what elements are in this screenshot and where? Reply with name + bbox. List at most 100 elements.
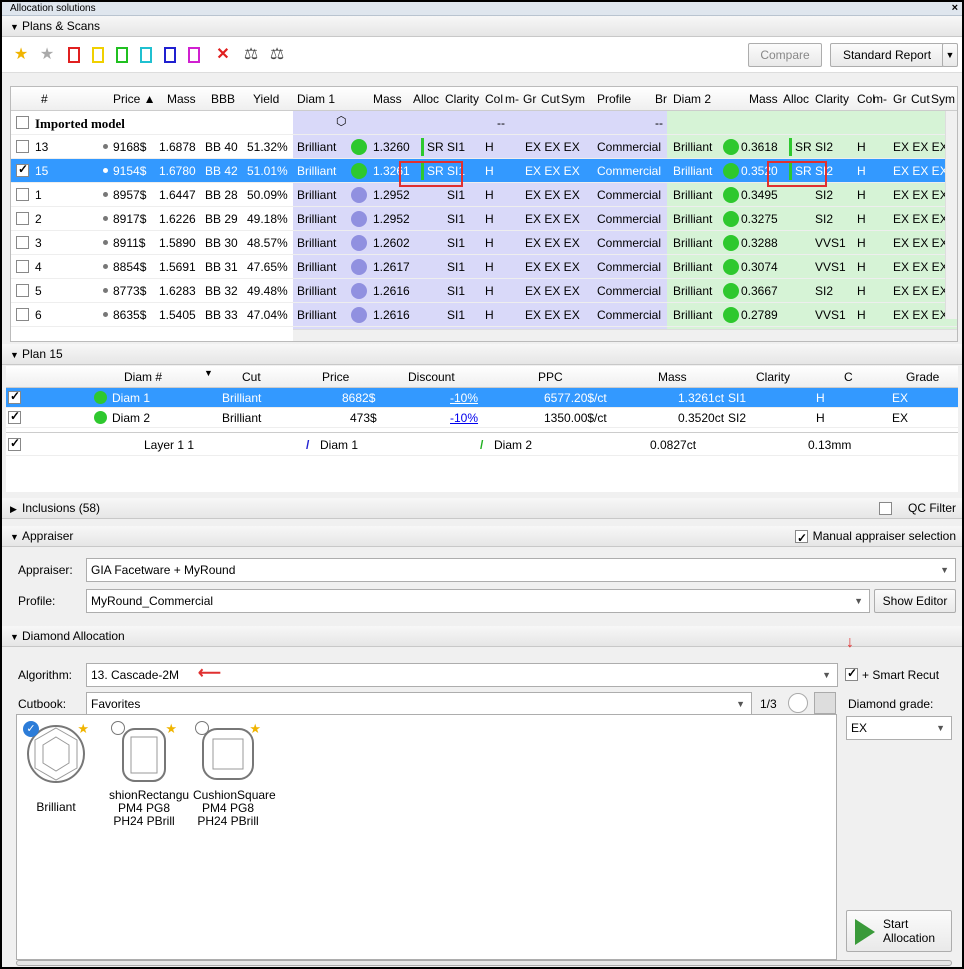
close-icon[interactable]: × bbox=[952, 2, 958, 15]
row-checkbox[interactable] bbox=[16, 308, 29, 321]
bookmark-cyan-icon[interactable] bbox=[140, 47, 152, 63]
imported-model-row[interactable]: Imported model ⬡ -- -- bbox=[11, 111, 957, 135]
col-price[interactable]: Price ▲ bbox=[113, 92, 156, 106]
col-diam1[interactable]: Diam 1 bbox=[297, 92, 335, 106]
col-m1[interactable]: m- bbox=[505, 92, 519, 106]
algorithm-value: 13. Cascade-2M bbox=[91, 668, 180, 682]
plan-row[interactable]: 2 8917$ 1.6226 BB 29 49.18% Brilliant 1.2952 SI… bbox=[11, 207, 957, 231]
discount-link[interactable]: -10% bbox=[450, 391, 478, 405]
diamond-grade-select[interactable]: EX ▼ bbox=[846, 716, 952, 740]
col-alloc1[interactable]: Alloc bbox=[413, 92, 439, 106]
row-checkbox[interactable] bbox=[16, 260, 29, 273]
row-checkbox[interactable] bbox=[8, 389, 21, 404]
col-alloc2[interactable]: Alloc bbox=[783, 92, 809, 106]
shape-cushion-square-icon[interactable]: ★ bbox=[195, 721, 261, 785]
row-checkbox[interactable] bbox=[16, 212, 29, 225]
col-cut2[interactable]: Cut bbox=[911, 92, 930, 106]
col-clarity1[interactable]: Clarity bbox=[445, 92, 479, 106]
col-cut[interactable]: Cut bbox=[242, 370, 261, 384]
layer-row[interactable]: Layer 1 1 / Diam 1 / Diam 2 0.0827ct 0.1… bbox=[6, 432, 958, 456]
row-checkbox[interactable] bbox=[16, 236, 29, 249]
shape-brilliant-icon[interactable]: ✓ ★ bbox=[23, 721, 89, 785]
profile-select[interactable]: MyRound_Commercial ▼ bbox=[86, 589, 870, 613]
plan-row[interactable]: 3 8911$ 1.5890 BB 30 48.57% Brilliant 1.2602 SI… bbox=[11, 231, 957, 255]
col-gr2[interactable]: Gr bbox=[893, 92, 906, 106]
row-checkbox[interactable] bbox=[8, 409, 21, 424]
col-gr1[interactable]: Gr bbox=[523, 92, 536, 106]
row-checkbox[interactable] bbox=[16, 140, 29, 153]
col-br[interactable]: Br bbox=[655, 92, 667, 106]
qc-filter-checkbox[interactable] bbox=[879, 502, 892, 515]
col-bbb[interactable]: BBB bbox=[211, 92, 235, 106]
scale-icon[interactable]: ⚖ bbox=[242, 46, 260, 64]
appraiser-header[interactable]: ▼Appraiser Manual appraiser selection bbox=[2, 526, 962, 548]
plan-row[interactable]: 6 8635$ 1.5405 BB 33 47.04% Brilliant 1.2616 SI… bbox=[11, 303, 957, 327]
list-icon[interactable] bbox=[814, 692, 836, 714]
bookmark-red-icon[interactable] bbox=[68, 47, 80, 63]
bookmark-blue-icon[interactable] bbox=[164, 47, 176, 63]
report-dropdown-icon[interactable]: ▼ bbox=[942, 43, 958, 67]
col-m2[interactable]: m- bbox=[873, 92, 887, 106]
delete-icon[interactable]: ✕ bbox=[214, 46, 232, 64]
plans-scans-header[interactable]: ▼ Plans & Scans bbox=[2, 16, 962, 37]
col-mass2[interactable]: Mass bbox=[749, 92, 778, 106]
show-editor-button[interactable]: Show Editor bbox=[874, 589, 956, 613]
col-clarity2[interactable]: Clarity bbox=[815, 92, 849, 106]
col-sym1[interactable]: Sym bbox=[561, 92, 585, 106]
row-number: 15 bbox=[35, 164, 49, 178]
standard-report-button[interactable]: Standard Report bbox=[830, 43, 944, 67]
horizontal-scrollbar[interactable] bbox=[293, 329, 957, 341]
diam1-grades: EX EX EX bbox=[525, 236, 580, 250]
diam2-grades: EX EX EX bbox=[893, 260, 948, 274]
col-mass[interactable]: Mass bbox=[167, 92, 196, 106]
col-ppc[interactable]: PPC bbox=[538, 370, 563, 384]
col-diam[interactable]: Diam # bbox=[124, 370, 162, 384]
bookmark-magenta-icon[interactable] bbox=[188, 47, 200, 63]
allocation-header[interactable]: ▼ Diamond Allocation bbox=[2, 626, 962, 647]
discount-link[interactable]: -10% bbox=[450, 411, 478, 425]
status-dot-icon bbox=[103, 288, 108, 293]
bookmark-green-icon[interactable] bbox=[116, 47, 128, 63]
appraiser-select[interactable]: GIA Facetware + MyRound ▼ bbox=[86, 558, 956, 582]
plan-header[interactable]: ▼ Plan 15 bbox=[2, 344, 962, 365]
plan-row[interactable]: 13 9168$ 1.6878 BB 40 51.32% Brilliant 1.3260 S… bbox=[11, 135, 957, 159]
col-color1[interactable]: Col bbox=[485, 92, 503, 106]
col-clarity[interactable]: Clarity bbox=[756, 370, 790, 384]
col-profile[interactable]: Profile bbox=[597, 92, 631, 106]
plan-row-diam2[interactable]: Diam 2 Brilliant 473$ -10% 1350.00$/ct 0… bbox=[6, 408, 958, 428]
plan-row[interactable]: 4 8854$ 1.5691 BB 31 47.65% Brilliant 1.2617 SI… bbox=[11, 255, 957, 279]
inclusions-header[interactable]: ▶ Inclusions (58) QC Filter bbox=[2, 498, 962, 519]
plan-row[interactable]: 5 8773$ 1.6283 BB 32 49.48% Brilliant 1.2616 SI… bbox=[11, 279, 957, 303]
cutbook-select[interactable]: Favorites ▼ bbox=[86, 692, 752, 716]
col-mass[interactable]: Mass bbox=[658, 370, 687, 384]
star-gray-icon[interactable]: ★ bbox=[38, 46, 56, 64]
bookmark-yellow-icon[interactable] bbox=[92, 47, 104, 63]
row-checkbox[interactable] bbox=[16, 162, 29, 177]
col-grade[interactable]: Grade bbox=[906, 370, 939, 384]
col-price[interactable]: Price bbox=[322, 370, 349, 384]
mass: 1.5405 bbox=[159, 308, 196, 322]
col-diam2[interactable]: Diam 2 bbox=[673, 92, 711, 106]
scale-crossed-icon[interactable]: ⚖ bbox=[268, 46, 286, 64]
col-c[interactable]: C bbox=[844, 370, 853, 384]
circle-icon[interactable] bbox=[788, 693, 808, 713]
row-checkbox[interactable] bbox=[16, 284, 29, 297]
sort-icon[interactable]: ▼ bbox=[204, 368, 213, 378]
shape-cushion-rect-icon[interactable]: ★ bbox=[111, 721, 177, 785]
smart-recut-checkbox[interactable] bbox=[845, 666, 858, 681]
col-num[interactable]: # bbox=[41, 92, 48, 106]
plan-row-diam1[interactable]: Diam 1 Brilliant 8682$ -10% 6577.20$/ct … bbox=[6, 388, 958, 408]
star-gold-icon[interactable]: ★ bbox=[12, 46, 30, 64]
manual-appraiser-checkbox[interactable] bbox=[795, 528, 808, 548]
vertical-scrollbar[interactable] bbox=[945, 111, 957, 319]
row-checkbox[interactable] bbox=[16, 188, 29, 201]
col-cut1[interactable]: Cut bbox=[541, 92, 560, 106]
col-mass1[interactable]: Mass bbox=[373, 92, 402, 106]
row-checkbox[interactable] bbox=[8, 436, 21, 451]
start-allocation-button[interactable]: Start Allocation bbox=[846, 910, 952, 952]
row-checkbox[interactable] bbox=[16, 116, 29, 129]
col-yield[interactable]: Yield bbox=[253, 92, 279, 106]
compare-button[interactable]: Compare bbox=[748, 43, 822, 67]
col-discount[interactable]: Discount bbox=[408, 370, 455, 384]
col-sym2[interactable]: Sym bbox=[931, 92, 955, 106]
